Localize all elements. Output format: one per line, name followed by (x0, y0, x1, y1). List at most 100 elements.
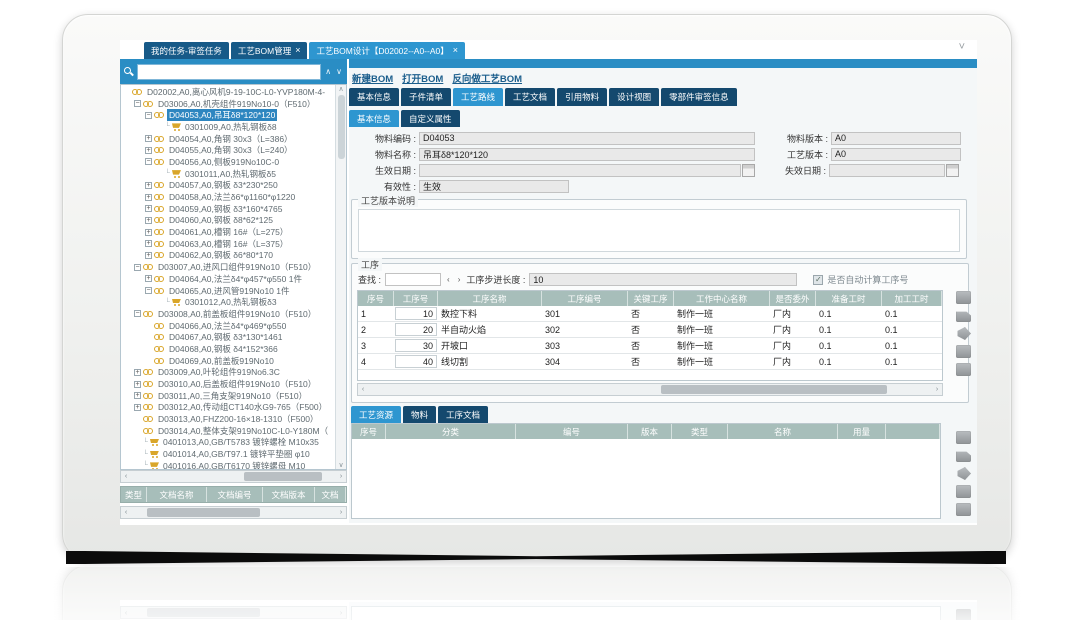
process-row[interactable]: 330开坡口303否制作一班厂内0.10.1 (358, 338, 942, 354)
search-next-icon[interactable]: ∨ (335, 68, 343, 76)
tree-hscrollbar[interactable]: ‹ › (120, 470, 347, 483)
grid-icon[interactable] (956, 363, 971, 376)
collapse-icon[interactable]: − (134, 310, 141, 317)
document-tab[interactable]: 工艺BOM管理× (231, 42, 308, 59)
scroll-thumb[interactable] (244, 472, 322, 481)
tree-item[interactable]: −D04065,A0,进风管919No10 1件 (121, 285, 335, 297)
op-number-cell[interactable]: 30 (395, 339, 437, 352)
tree-item[interactable]: +D04059,A0,钢板 δ3*160*4765 (121, 203, 335, 215)
main-tab[interactable]: 设计视图 (609, 88, 659, 106)
expand-icon[interactable]: + (145, 252, 152, 259)
search-prev-icon[interactable]: ∧ (324, 68, 332, 76)
scroll-left-icon[interactable]: ‹ (121, 509, 131, 516)
scroll-up-icon[interactable]: ∧ (338, 85, 343, 93)
main-tab[interactable]: 工艺文档 (505, 88, 555, 106)
collapse-icon[interactable]: − (145, 287, 152, 294)
stamp-icon[interactable] (956, 327, 971, 340)
tree-item[interactable]: +D03012,A0,传动组CT140水G9-765（F500） (121, 402, 335, 414)
tree-item[interactable]: └0301009,A0,热轧钢板δ8 (121, 121, 335, 133)
detail-tab-active[interactable]: 工艺资源 (351, 406, 401, 423)
scroll-left-icon[interactable]: ‹ (121, 473, 131, 480)
print-icon[interactable] (956, 309, 971, 322)
document-tab[interactable]: 工艺BOM设计【D02002--A0--A0】× (309, 42, 465, 59)
grid-icon[interactable] (956, 345, 971, 358)
op-number-cell[interactable]: 40 (395, 355, 437, 368)
detail-tab[interactable]: 物料 (403, 406, 436, 423)
expire-date-field[interactable] (829, 164, 945, 177)
auto-calc-checkbox[interactable]: ✓ (813, 275, 823, 285)
chevron-down-icon[interactable]: ˅ (959, 41, 965, 53)
effective-date-field[interactable] (419, 164, 741, 177)
tree-item[interactable]: −D04053,A0,吊耳δ8*120*120 (121, 109, 335, 121)
close-icon[interactable]: × (453, 46, 458, 55)
main-tab[interactable]: 引用物料 (557, 88, 607, 106)
tree-search-input[interactable] (137, 64, 321, 80)
grid-icon[interactable] (956, 503, 971, 516)
op-number-cell[interactable]: 20 (395, 323, 437, 336)
find-next-icon[interactable]: › (456, 275, 463, 284)
scroll-thumb[interactable] (661, 385, 887, 394)
expand-icon[interactable]: + (134, 369, 141, 376)
material-version-field[interactable] (831, 132, 961, 145)
process-row[interactable]: 110数控下料301否制作一班厂内0.10.1 (358, 306, 942, 322)
step-input[interactable] (529, 273, 797, 286)
process-row[interactable]: 220半自动火焰302否制作一班厂内0.10.1 (358, 322, 942, 338)
main-tab[interactable]: 基本信息 (349, 88, 399, 106)
tree-item[interactable]: D04067,A0,钢板 δ3*130*1461 (121, 331, 335, 343)
scroll-thumb[interactable] (147, 508, 260, 517)
tree-item[interactable]: +D04063,A0,槽钢 16#（L=375） (121, 238, 335, 250)
find-input[interactable] (385, 273, 441, 286)
tree-item[interactable]: −D03008,A0,前盖板组件919No10（F510） (121, 308, 335, 320)
main-tab[interactable]: 子件清单 (401, 88, 451, 106)
collapse-icon[interactable]: − (134, 100, 141, 107)
detail-tab[interactable]: 工序文档 (438, 406, 488, 423)
op-number-cell[interactable]: 10 (395, 307, 437, 320)
expand-icon[interactable]: + (145, 229, 152, 236)
scroll-thumb[interactable] (338, 95, 345, 159)
sub-tab-active[interactable]: 基本信息 (349, 110, 399, 127)
expand-icon[interactable]: + (134, 404, 141, 411)
export-icon[interactable] (956, 431, 971, 444)
export-icon[interactable] (956, 291, 971, 304)
sub-tab[interactable]: 自定义属性 (401, 110, 460, 127)
scroll-right-icon[interactable]: › (932, 386, 942, 393)
expand-icon[interactable]: + (134, 392, 141, 399)
process-version-field[interactable] (831, 148, 961, 161)
scroll-down-icon[interactable]: ∨ (338, 461, 343, 469)
collapse-icon[interactable]: − (145, 112, 152, 119)
expand-icon[interactable]: + (145, 217, 152, 224)
tree-item[interactable]: +D04057,A0,钢板 δ3*230*250 (121, 180, 335, 192)
expand-icon[interactable]: + (145, 147, 152, 154)
main-tab[interactable]: 零部件审签信息 (661, 88, 737, 106)
tree-item[interactable]: └0401013,A0,GB/T5783 镀锌螺栓 M10x35 (121, 437, 335, 449)
tree-item[interactable]: └0401014,A0,GB/T97.1 镀锌平垫圈 φ10 (121, 448, 335, 460)
validity-field[interactable] (419, 180, 569, 193)
expand-icon[interactable]: + (145, 194, 152, 201)
process-table-hscrollbar[interactable]: ‹ › (357, 383, 943, 396)
tree-item[interactable]: D03014,A0,整体支架919No10C-L0-Y180M（ (121, 425, 335, 437)
tree-item[interactable]: └0301012,A0,热轧钢板δ3 (121, 296, 335, 308)
tree-item[interactable]: +D04054,A0,角钢 30x3（L=386） (121, 133, 335, 145)
tree-item[interactable]: D04066,A0,法兰δ4*φ469*φ550 (121, 320, 335, 332)
close-icon[interactable]: × (295, 46, 300, 55)
calendar-icon[interactable] (742, 164, 755, 177)
tree-item[interactable]: +D03011,A0,三角支架919No10（F510） (121, 390, 335, 402)
tree-item[interactable]: −D04056,A0,侧板919No10C-0 (121, 156, 335, 168)
tree-item[interactable]: D02002,A0,离心风机9-19-10C-L0-YVP180M-4- (121, 86, 335, 98)
tree-item[interactable]: +D04058,A0,法兰δ6*φ1160*φ1220 (121, 191, 335, 203)
expand-icon[interactable]: + (145, 240, 152, 247)
expand-icon[interactable]: + (145, 182, 152, 189)
main-tab-active[interactable]: 工艺路线 (453, 88, 503, 106)
tree-item[interactable]: D04069,A0,前盖板919No10 (121, 355, 335, 367)
tree-item[interactable]: D04068,A0,钢板 δ4*152*366 (121, 343, 335, 355)
tree-item[interactable]: +D04064,A0,法兰δ4*φ457*φ550 1件 (121, 273, 335, 285)
dock-hscrollbar[interactable]: ‹ › (120, 506, 347, 519)
collapse-icon[interactable]: − (134, 264, 141, 271)
expand-icon[interactable]: + (134, 381, 141, 388)
tree-item[interactable]: +D04061,A0,槽钢 16#（L=275） (121, 226, 335, 238)
material-code-field[interactable] (419, 132, 755, 145)
tree-item[interactable]: +D04060,A0,钢板 δ8*62*125 (121, 215, 335, 227)
tree-item[interactable]: −D03007,A0,进风口组件919No10（F510） (121, 261, 335, 273)
tree-scrollbar[interactable]: ∧ ∨ (335, 85, 346, 469)
expand-icon[interactable]: + (145, 205, 152, 212)
